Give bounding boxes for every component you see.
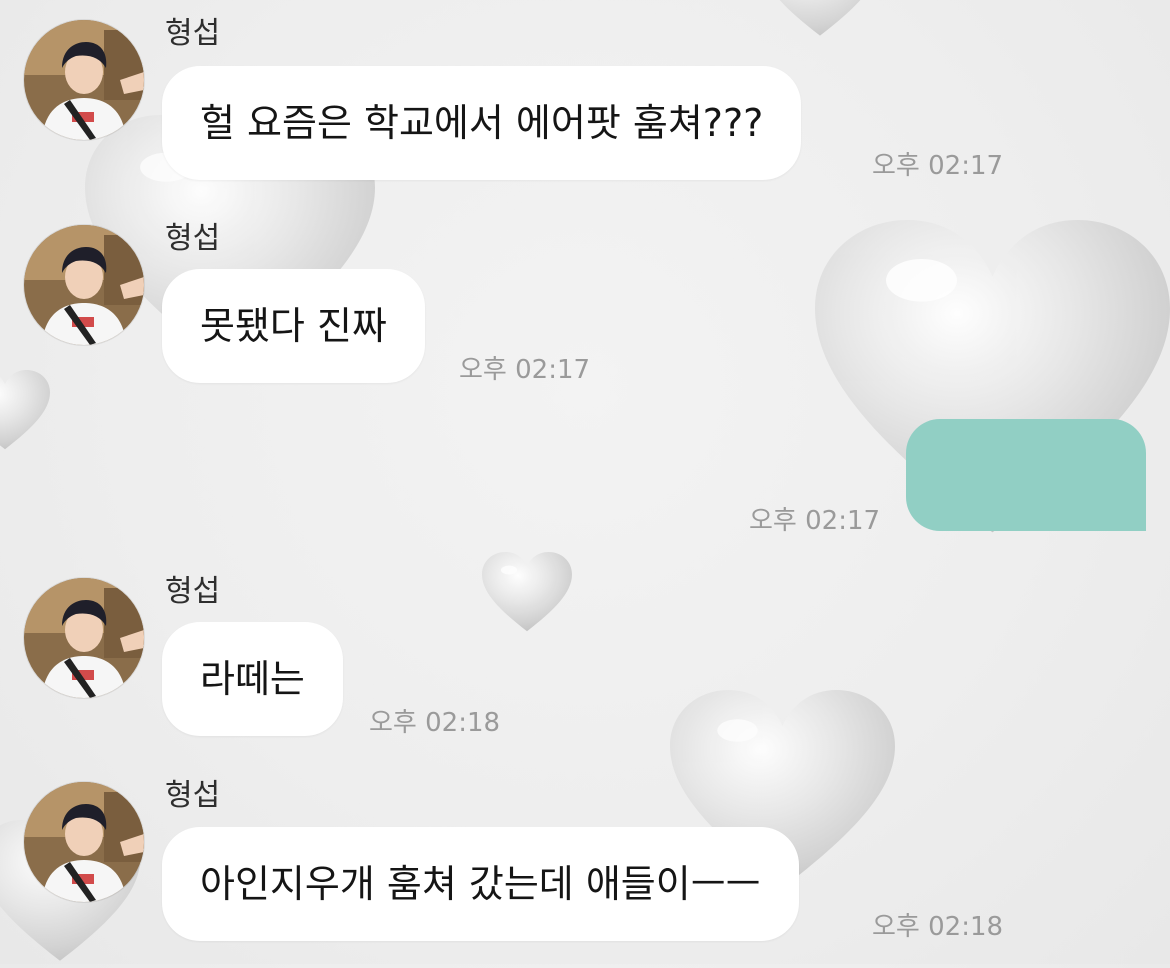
message-bubble[interactable]: 아인지우개 훔쳐 갔는데 애들이ㅡㅡ [162, 827, 799, 941]
avatar[interactable] [24, 578, 144, 698]
message-timestamp: 오후 02:18 [369, 708, 501, 738]
sender-name: 형섭 [165, 16, 221, 51]
avatar[interactable] [24, 782, 144, 902]
message-bubble[interactable]: 라떼는 [162, 622, 343, 736]
message-timestamp: 오후 02:17 [749, 506, 881, 536]
sender-name: 형섭 [165, 778, 221, 813]
sender-name: 형섭 [165, 574, 221, 609]
avatar-photo-icon [24, 20, 144, 140]
message-bubble[interactable]: 못됐다 진짜 [162, 269, 425, 383]
outgoing-message-bubble[interactable] [906, 419, 1146, 531]
avatar[interactable] [24, 225, 144, 345]
message-bubble[interactable]: 헐 요즘은 학교에서 에어팟 훔쳐??? [162, 66, 802, 180]
avatar[interactable] [24, 20, 144, 140]
avatar-photo-icon [24, 782, 144, 902]
sender-name: 형섭 [165, 221, 221, 256]
message-timestamp: 오후 02:18 [872, 912, 1004, 942]
message-timestamp: 오후 02:17 [872, 151, 1004, 181]
avatar-photo-icon [24, 225, 144, 345]
message-timestamp: 오후 02:17 [459, 355, 591, 385]
avatar-photo-icon [24, 578, 144, 698]
